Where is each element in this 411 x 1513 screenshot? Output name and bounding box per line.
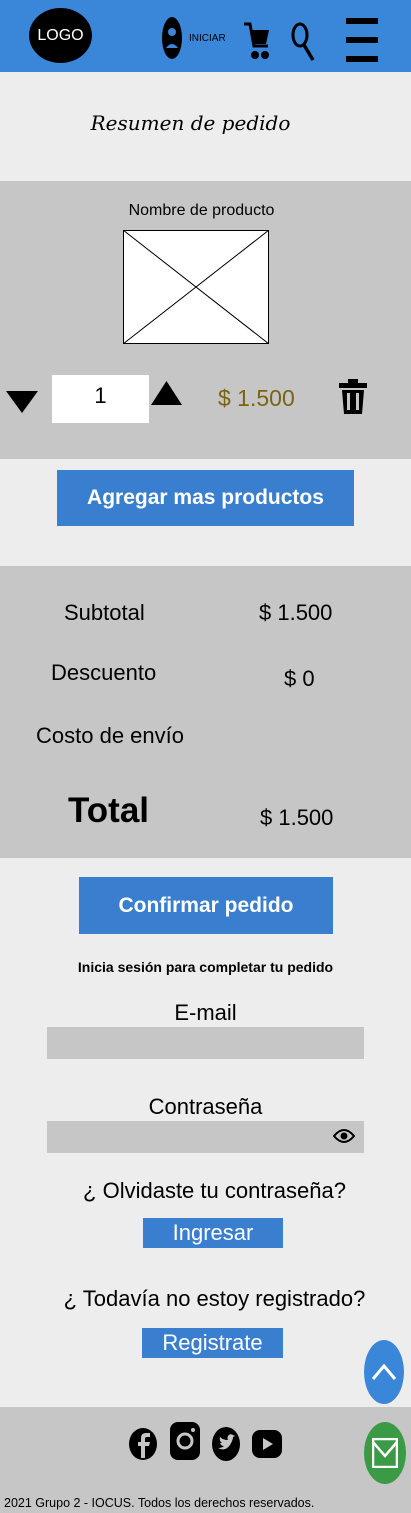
show-password-icon[interactable] — [332, 1128, 356, 1149]
total-value: $ 1.500 — [260, 805, 334, 830]
mail-icon — [372, 1438, 398, 1468]
password-label: Contraseña — [148, 1094, 263, 1119]
instagram-icon[interactable] — [170, 1422, 200, 1465]
email-field[interactable] — [47, 1027, 364, 1059]
not-registered-text: ¿ Todavía no estoy registrado? — [63, 1286, 366, 1311]
facebook-icon[interactable] — [129, 1428, 157, 1465]
forgot-password-link[interactable]: ¿ Olvidaste tu contraseña? — [0, 1178, 411, 1204]
product-name: Nombre de producto — [128, 202, 275, 219]
login-hint: Inicia sesión para completar tu pedido — [77, 959, 334, 975]
menu-icon[interactable] — [346, 18, 378, 67]
total-label: Total — [68, 791, 150, 830]
add-more-products-button[interactable]: Agregar mas productos — [57, 470, 354, 526]
page-title: Resumen de pedido — [90, 111, 291, 135]
logo[interactable]: LOGO — [29, 8, 92, 63]
discount-value: $ 0 — [284, 666, 315, 691]
copyright: 2021 Grupo 2 - IOCUS. Todos los derechos… — [4, 1496, 315, 1510]
chevron-up-icon — [371, 1364, 397, 1380]
register-button[interactable]: Registrate — [142, 1328, 283, 1358]
increase-quantity-icon[interactable] — [151, 381, 182, 410]
confirm-order-button[interactable]: Confirmar pedido — [79, 877, 333, 934]
login-submit-button[interactable]: Ingresar — [143, 1218, 283, 1248]
header: LOGO INICIAR — [0, 0, 411, 72]
quantity-input[interactable]: 1 — [52, 375, 149, 423]
scroll-to-top-button[interactable] — [364, 1340, 404, 1404]
shipping-label: Costo de envío — [36, 723, 184, 748]
discount-label: Descuento — [51, 660, 157, 685]
subtotal-value: $ 1.500 — [259, 600, 333, 625]
subtotal-label: Subtotal — [64, 600, 145, 625]
password-field[interactable] — [47, 1121, 364, 1153]
email-label: E-mail — [174, 1000, 237, 1025]
product-image-placeholder — [122, 229, 270, 345]
youtube-icon[interactable] — [252, 1430, 282, 1463]
footer: 2021 Grupo 2 - IOCUS. Todos los derechos… — [0, 1407, 411, 1513]
item-price: $ 1.500 — [218, 385, 295, 411]
login-link[interactable]: INICIAR — [189, 33, 226, 44]
order-summary: Subtotal $ 1.500 Descuento $ 0 Costo de … — [0, 566, 411, 858]
twitter-icon[interactable] — [212, 1427, 240, 1466]
cart-icon[interactable] — [244, 20, 270, 67]
contact-mail-button[interactable] — [364, 1422, 406, 1484]
cart-item: Nombre de producto 1 $ 1.500 — [0, 181, 411, 459]
user-icon[interactable] — [161, 16, 183, 65]
search-icon[interactable] — [291, 22, 315, 67]
delete-item-icon[interactable] — [339, 379, 367, 420]
decrease-quantity-icon[interactable] — [6, 391, 38, 418]
